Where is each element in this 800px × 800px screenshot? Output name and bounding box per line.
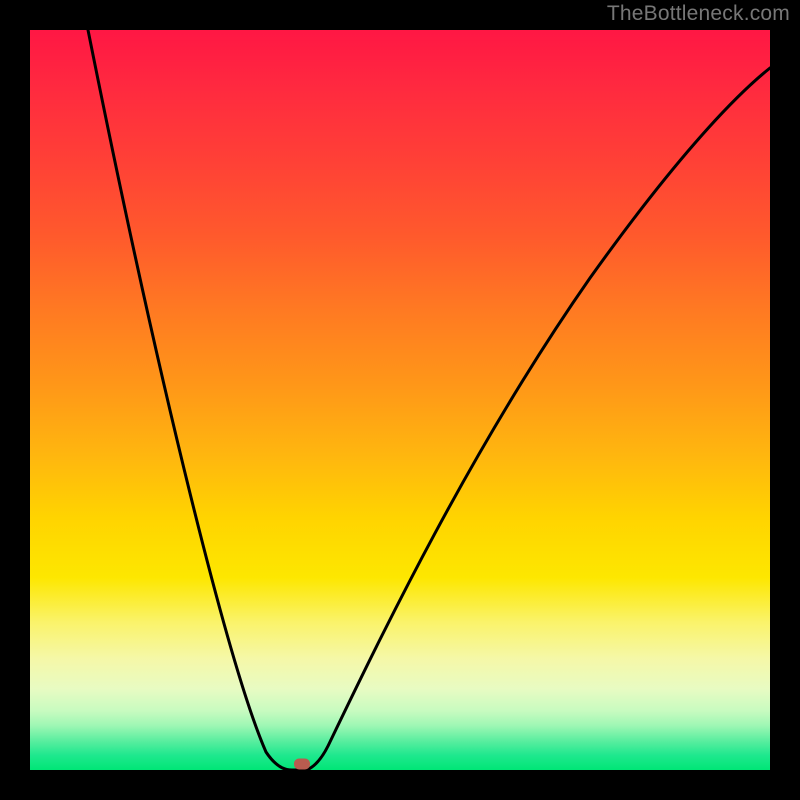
watermark-text: TheBottleneck.com	[607, 2, 790, 26]
optimal-point-marker	[294, 759, 310, 770]
plot-area	[30, 30, 770, 770]
chart-frame: TheBottleneck.com	[0, 0, 800, 800]
curve-layer	[30, 30, 770, 770]
bottleneck-curve	[88, 30, 770, 770]
